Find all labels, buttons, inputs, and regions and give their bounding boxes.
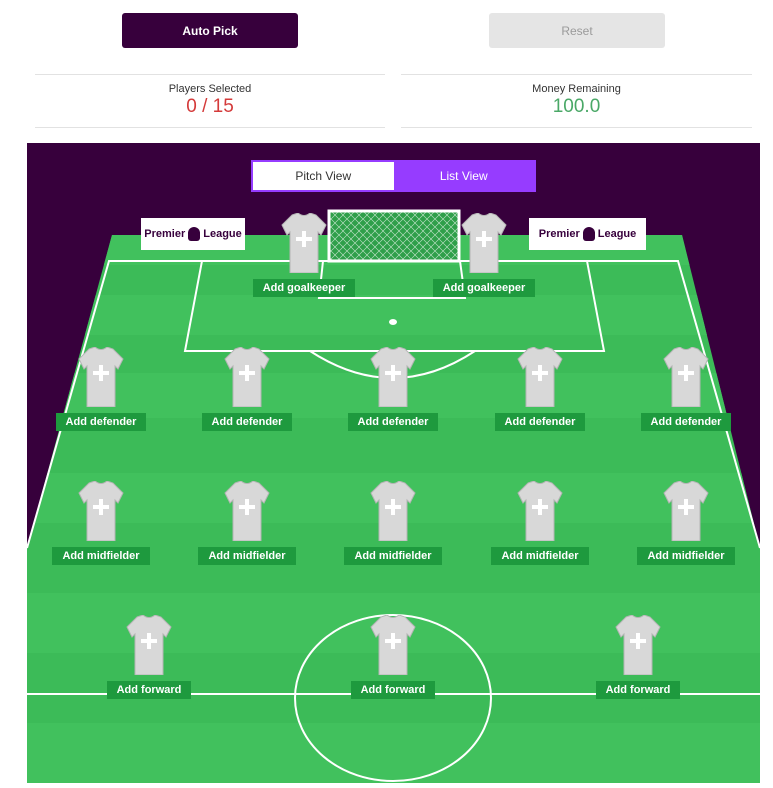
goalkeeper-slot[interactable]: Add goalkeeper — [249, 212, 359, 297]
add-midfielder-label: Add midfielder — [344, 547, 442, 565]
lion-logo-icon — [582, 227, 595, 241]
money-remaining-panel: Money Remaining 100.0 — [401, 74, 752, 128]
midfielder-slot[interactable]: Add midfielder — [338, 480, 448, 565]
empty-shirt-icon — [78, 346, 124, 408]
empty-shirt-icon — [370, 346, 416, 408]
add-forward-label: Add forward — [106, 681, 192, 699]
add-midfielder-label: Add midfielder — [52, 547, 150, 565]
add-midfielder-label: Add midfielder — [637, 547, 735, 565]
empty-shirt-icon — [517, 480, 563, 542]
add-forward-label: Add forward — [350, 681, 436, 699]
midfielder-slot[interactable]: Add midfielder — [192, 480, 302, 565]
lion-logo-icon — [188, 227, 201, 241]
add-midfielder-label: Add midfielder — [491, 547, 589, 565]
view-toggle: Pitch View List View — [251, 160, 536, 192]
tab-list-view[interactable]: List View — [393, 162, 534, 190]
players-selected-panel: Players Selected 0 / 15 — [35, 74, 385, 128]
midfielder-slot[interactable]: Add midfielder — [485, 480, 595, 565]
players-selected-value: 0 / 15 — [186, 96, 234, 117]
tab-pitch-view[interactable]: Pitch View — [253, 162, 394, 190]
add-midfielder-label: Add midfielder — [198, 547, 296, 565]
add-defender-label: Add defender — [55, 413, 147, 431]
forward-slot[interactable]: Add forward — [583, 614, 693, 699]
defender-slot[interactable]: Add defender — [192, 346, 302, 431]
goalkeeper-slot[interactable]: Add goalkeeper — [429, 212, 539, 297]
empty-shirt-icon — [615, 614, 661, 676]
sponsor-word-league: League — [597, 228, 637, 240]
forward-slot[interactable]: Add forward — [94, 614, 204, 699]
empty-shirt-icon — [517, 346, 563, 408]
sponsor-word-league: League — [203, 228, 242, 240]
add-goalkeeper-label: Add goalkeeper — [252, 279, 356, 297]
empty-shirt-icon — [461, 212, 507, 274]
add-goalkeeper-label: Add goalkeeper — [432, 279, 536, 297]
defender-slot[interactable]: Add defender — [338, 346, 448, 431]
sponsor-word-premier: Premier — [144, 228, 186, 240]
premier-league-sponsor-board: Premier League — [529, 218, 646, 250]
empty-shirt-icon — [370, 480, 416, 542]
empty-shirt-icon — [281, 212, 327, 274]
midfielder-slot[interactable]: Add midfielder — [631, 480, 741, 565]
defender-slot[interactable]: Add defender — [46, 346, 156, 431]
money-remaining-label: Money Remaining — [532, 83, 621, 95]
empty-shirt-icon — [224, 480, 270, 542]
add-defender-label: Add defender — [640, 413, 732, 431]
add-defender-label: Add defender — [201, 413, 293, 431]
empty-shirt-icon — [126, 614, 172, 676]
empty-shirt-icon — [78, 480, 124, 542]
reset-button[interactable]: Reset — [489, 13, 665, 48]
empty-shirt-icon — [224, 346, 270, 408]
premier-league-sponsor-board: Premier League — [141, 218, 245, 250]
add-defender-label: Add defender — [494, 413, 586, 431]
add-defender-label: Add defender — [347, 413, 439, 431]
auto-pick-button[interactable]: Auto Pick — [122, 13, 298, 48]
pitch-view: Pitch View List View Premier League Prem… — [27, 143, 760, 783]
empty-shirt-icon — [370, 614, 416, 676]
forward-slot[interactable]: Add forward — [338, 614, 448, 699]
empty-shirt-icon — [663, 480, 709, 542]
sponsor-word-premier: Premier — [538, 228, 580, 240]
add-forward-label: Add forward — [595, 681, 681, 699]
players-selected-label: Players Selected — [168, 83, 252, 95]
money-remaining-value: 100.0 — [552, 96, 601, 117]
defender-slot[interactable]: Add defender — [485, 346, 595, 431]
empty-shirt-icon — [663, 346, 709, 408]
defender-slot[interactable]: Add defender — [631, 346, 741, 431]
midfielder-slot[interactable]: Add midfielder — [46, 480, 156, 565]
